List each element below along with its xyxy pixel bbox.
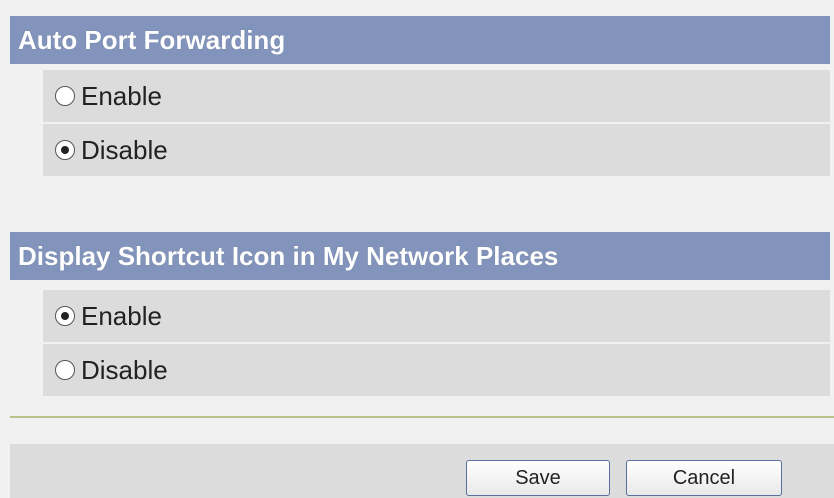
option-label: Disable xyxy=(81,354,168,385)
option-label: Enable xyxy=(81,300,162,331)
radio-button-checked-icon[interactable] xyxy=(55,306,75,326)
option-label: Disable xyxy=(81,134,168,165)
settings-panel: Auto Port Forwarding Enable Disable Disp… xyxy=(10,8,834,498)
option-auto-port-forwarding-disable[interactable]: Disable xyxy=(43,124,830,176)
radio-button-checked-icon[interactable] xyxy=(55,140,75,160)
cancel-button[interactable]: Cancel xyxy=(626,460,782,496)
option-auto-port-forwarding-enable[interactable]: Enable xyxy=(43,70,830,122)
option-display-shortcut-enable[interactable]: Enable xyxy=(43,290,830,342)
section-header-display-shortcut-icon: Display Shortcut Icon in My Network Plac… xyxy=(10,232,830,280)
radio-button-unchecked-icon[interactable] xyxy=(55,86,75,106)
radio-button-unchecked-icon[interactable] xyxy=(55,360,75,380)
option-label: Enable xyxy=(81,80,162,111)
section-header-auto-port-forwarding: Auto Port Forwarding xyxy=(10,16,830,64)
divider xyxy=(10,416,834,418)
option-display-shortcut-disable[interactable]: Disable xyxy=(43,344,830,396)
save-button[interactable]: Save xyxy=(466,460,610,496)
